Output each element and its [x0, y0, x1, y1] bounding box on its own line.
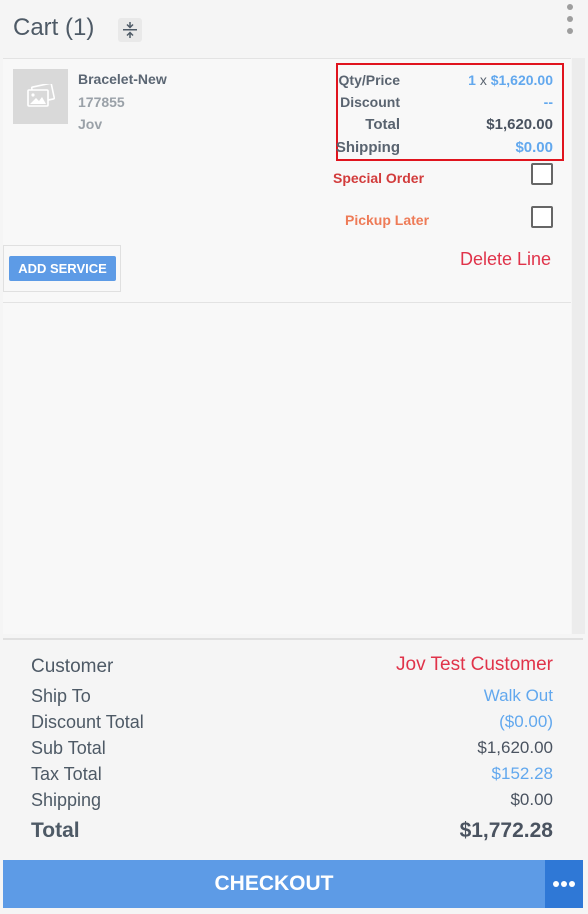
- discount-label: Discount: [340, 94, 400, 110]
- sub-total-value: $1,620.00: [477, 738, 553, 757]
- grand-total-label: Total: [31, 819, 80, 842]
- shipping-total-value: $0.00: [510, 790, 553, 809]
- collapse-vertical-icon: [123, 22, 137, 38]
- more-horizontal-icon[interactable]: [545, 860, 583, 908]
- customer-label: Customer: [31, 656, 114, 677]
- tax-total-label: Tax Total: [31, 764, 102, 784]
- tax-total-value[interactable]: $152.28: [492, 764, 553, 784]
- special-order-label: Special Order: [333, 170, 425, 186]
- shipping-total-label: Shipping: [31, 790, 102, 810]
- item-sku: 177855: [78, 94, 125, 110]
- special-order-checkbox[interactable]: [531, 163, 553, 185]
- qty-price-label: Qty/Price: [338, 72, 400, 88]
- grand-total-value: $1,772.28: [459, 819, 553, 842]
- image-placeholder-icon: [27, 84, 55, 107]
- more-vertical-icon[interactable]: [562, 2, 578, 36]
- sub-total-label: Sub Total: [31, 738, 106, 758]
- order-summary: Customer Jov Test Customer Ship To Walk …: [3, 638, 583, 854]
- pickup-later-checkbox[interactable]: [531, 206, 553, 228]
- item-thumbnail: [13, 69, 68, 124]
- item-name[interactable]: Bracelet-New: [78, 71, 167, 87]
- qty-value[interactable]: 1: [468, 72, 476, 88]
- scrollbar[interactable]: [572, 58, 585, 634]
- price-details-box: Qty/Price 1 x $1,620.00 Discount -- Tota…: [336, 63, 564, 161]
- add-service-button[interactable]: ADD SERVICE: [9, 256, 116, 281]
- line-total-value: $1,620.00: [486, 116, 553, 133]
- ship-to-label: Ship To: [31, 686, 91, 706]
- collapse-button[interactable]: [118, 18, 142, 42]
- delete-line-link[interactable]: Delete Line: [460, 249, 551, 270]
- ship-to-value[interactable]: Walk Out: [484, 686, 553, 706]
- item-divider: [3, 302, 571, 303]
- line-total-label: Total: [365, 116, 400, 133]
- line-shipping-label: Shipping: [335, 139, 400, 156]
- discount-total-value[interactable]: ($0.00): [499, 712, 553, 732]
- item-vendor: Jov: [78, 116, 103, 132]
- pickup-later-label: Pickup Later: [345, 212, 430, 228]
- customer-value[interactable]: Jov Test Customer: [396, 654, 553, 676]
- cart-header: Cart (1): [0, 0, 588, 58]
- line-shipping-value[interactable]: $0.00: [515, 139, 553, 156]
- qty-price-value: 1 x $1,620.00: [468, 72, 553, 88]
- qty-times: x: [479, 72, 487, 88]
- discount-value[interactable]: --: [544, 94, 553, 110]
- discount-total-label: Discount Total: [31, 712, 144, 732]
- checkout-button[interactable]: CHECKOUT: [3, 860, 545, 908]
- add-service-container: ADD SERVICE: [3, 245, 121, 292]
- unit-price-value[interactable]: $1,620.00: [491, 72, 553, 88]
- cart-title: Cart (1): [13, 14, 95, 41]
